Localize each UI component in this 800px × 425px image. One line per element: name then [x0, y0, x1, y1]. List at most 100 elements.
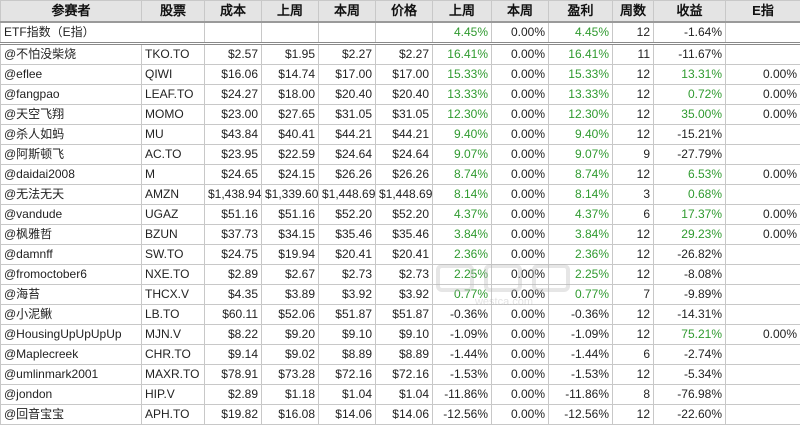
- last-week-price: $2.67: [261, 263, 319, 285]
- stock-ticker: APH.TO: [141, 403, 205, 425]
- participant-name: @vandude: [0, 203, 142, 225]
- stock-ticker: AMZN: [141, 183, 205, 205]
- table-row: @阿斯顿飞 AC.TO $23.95 $22.59 $24.64 $24.64 9.07% 0…: [0, 143, 800, 165]
- this-week-change: 0.00%: [491, 243, 549, 265]
- col-header-this-week-price: 本周: [318, 0, 376, 22]
- profit-pct: 13.33%: [548, 83, 613, 105]
- weeks-count: 12: [612, 103, 654, 125]
- this-week-price: $24.64: [318, 143, 376, 165]
- this-week-price: $20.40: [318, 83, 376, 105]
- current-price: $35.46: [375, 223, 433, 245]
- current-price: $20.40: [375, 83, 433, 105]
- current-price: $2.73: [375, 263, 433, 285]
- last-week-change: -12.56%: [432, 403, 492, 425]
- last-week-price: $34.15: [261, 223, 319, 245]
- current-price: $3.92: [375, 283, 433, 305]
- col-header-profit: 盈利: [548, 0, 613, 22]
- cost-price: $24.27: [204, 83, 262, 105]
- total-return: -14.31%: [653, 303, 726, 325]
- etf-last-week: 4.45%: [432, 21, 492, 45]
- e-index-value: 0.00%: [725, 203, 800, 225]
- cost-price: $23.95: [204, 143, 262, 165]
- weeks-count: 8: [612, 383, 654, 405]
- weeks-count: 12: [612, 243, 654, 265]
- e-index-value: [725, 42, 800, 65]
- cost-price: $2.89: [204, 263, 262, 285]
- last-week-price: $24.15: [261, 163, 319, 185]
- weeks-count: 12: [612, 83, 654, 105]
- this-week-price: $1,448.69: [318, 183, 376, 205]
- total-return: -2.74%: [653, 343, 726, 365]
- table-row: @无法无天 AMZN $1,438.94 $1,339.60 $1,448.69 $1,4…: [0, 183, 800, 205]
- last-week-price: $1.18: [261, 383, 319, 405]
- participant-name: @小泥鳅: [0, 303, 142, 325]
- etf-label: ETF指数（E指）: [0, 21, 205, 45]
- etf-index-row: ETF指数（E指） 4.45% 0.00% 4.45% 12 -1.64%: [0, 21, 800, 45]
- total-return: 75.21%: [653, 323, 726, 345]
- stock-ticker: MOMO: [141, 103, 205, 125]
- participant-name: @fromoctober6: [0, 263, 142, 285]
- e-index-value: 0.00%: [725, 323, 800, 345]
- cost-price: $78.91: [204, 363, 262, 385]
- stock-ticker: THCX.V: [141, 283, 205, 305]
- last-week-change: 9.07%: [432, 143, 492, 165]
- e-index-value: [725, 403, 800, 425]
- this-week-price: $35.46: [318, 223, 376, 245]
- last-week-price: $9.20: [261, 323, 319, 345]
- table-row: @umlinmark2001 MAXR.TO $78.91 $73.28 $72.16 $…: [0, 363, 800, 385]
- table-row: @Maplecreek CHR.TO $9.14 $9.02 $8.89 $8.89 -1.…: [0, 343, 800, 365]
- table-row: @damnff SW.TO $24.75 $19.94 $20.41 $20.41 2.36…: [0, 243, 800, 265]
- table-row: @vandude UGAZ $51.16 $51.16 $52.20 $52.20 4.37…: [0, 203, 800, 225]
- this-week-change: 0.00%: [491, 183, 549, 205]
- etf-empty-cell: [318, 21, 376, 45]
- col-header-this-week-pct: 本周: [491, 0, 549, 22]
- etf-empty-cell: [725, 21, 800, 45]
- this-week-price: $2.73: [318, 263, 376, 285]
- cost-price: $4.35: [204, 283, 262, 305]
- last-week-price: $52.06: [261, 303, 319, 325]
- last-week-price: $73.28: [261, 363, 319, 385]
- last-week-price: $18.00: [261, 83, 319, 105]
- stock-ticker: LB.TO: [141, 303, 205, 325]
- profit-pct: -11.86%: [548, 383, 613, 405]
- last-week-change: 9.40%: [432, 123, 492, 145]
- table-row: @eflee QIWI $16.06 $14.74 $17.00 $17.00 15.33%…: [0, 63, 800, 85]
- col-header-price: 价格: [375, 0, 433, 22]
- stock-ticker: AC.TO: [141, 143, 205, 165]
- total-return: -15.21%: [653, 123, 726, 145]
- col-header-cost: 成本: [204, 0, 262, 22]
- cost-price: $2.57: [204, 42, 262, 65]
- total-return: 35.00%: [653, 103, 726, 125]
- current-price: $51.87: [375, 303, 433, 325]
- participant-name: @Maplecreek: [0, 343, 142, 365]
- participant-name: @海苔: [0, 283, 142, 305]
- table-row: @天空飞翔 MOMO $23.00 $27.65 $31.05 $31.05 12.30% 0…: [0, 103, 800, 125]
- last-week-change: -1.53%: [432, 363, 492, 385]
- cost-price: $1,438.94: [204, 183, 262, 205]
- weeks-count: 12: [612, 123, 654, 145]
- col-header-stock: 股票: [141, 0, 205, 22]
- weeks-count: 7: [612, 283, 654, 305]
- last-week-change: 12.30%: [432, 103, 492, 125]
- total-return: 6.53%: [653, 163, 726, 185]
- weeks-count: 12: [612, 223, 654, 245]
- table-row: @回音宝宝 APH.TO $19.82 $16.08 $14.06 $14.06 -12.5…: [0, 403, 800, 425]
- profit-pct: 15.33%: [548, 63, 613, 85]
- last-week-change: -1.44%: [432, 343, 492, 365]
- current-price: $9.10: [375, 323, 433, 345]
- this-week-price: $51.87: [318, 303, 376, 325]
- cost-price: $24.75: [204, 243, 262, 265]
- stock-ticker: MJN.V: [141, 323, 205, 345]
- this-week-price: $52.20: [318, 203, 376, 225]
- cost-price: $60.11: [204, 303, 262, 325]
- current-price: $72.16: [375, 363, 433, 385]
- last-week-change: 8.14%: [432, 183, 492, 205]
- etf-weeks: 12: [612, 21, 654, 45]
- weeks-count: 12: [612, 403, 654, 425]
- this-week-price: $17.00: [318, 63, 376, 85]
- col-header-last-week-price: 上周: [261, 0, 319, 22]
- this-week-price: $44.21: [318, 123, 376, 145]
- profit-pct: -1.09%: [548, 323, 613, 345]
- participant-name: @不怕没柴烧: [0, 42, 142, 65]
- current-price: $26.26: [375, 163, 433, 185]
